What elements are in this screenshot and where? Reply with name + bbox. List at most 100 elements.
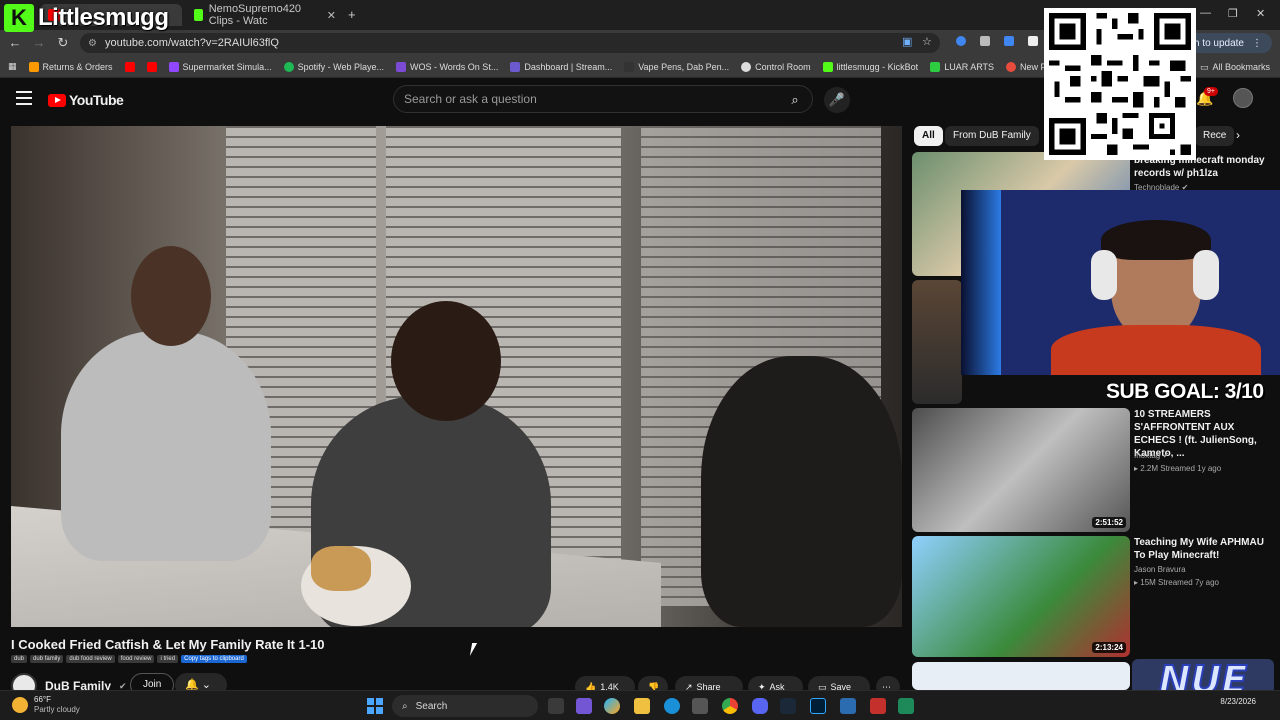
tag-chip[interactable]: dub bbox=[11, 655, 28, 663]
verified-icon: ✔ bbox=[1162, 451, 1170, 460]
discord-icon[interactable] bbox=[752, 698, 768, 714]
weather-temperature: 66°F bbox=[34, 695, 51, 704]
notepad-icon[interactable] bbox=[840, 698, 856, 714]
address-bar[interactable]: ⚙ youtube.com/watch?v=2RAIUl63flQ bbox=[80, 33, 940, 53]
kick-icon bbox=[822, 61, 833, 72]
recommendation-title[interactable]: Teaching My Wife APHMAU To Play Minecraf… bbox=[1134, 536, 1274, 562]
close-tab-icon[interactable]: ✕ bbox=[327, 9, 336, 22]
bookmark-label: Returns & Orders bbox=[42, 61, 113, 72]
url-text: youtube.com/watch?v=2RAIUl63flQ bbox=[104, 37, 279, 49]
qr-code-icon bbox=[1044, 8, 1196, 160]
extension-icon[interactable] bbox=[1004, 36, 1014, 46]
notification-badge: 9+ bbox=[1204, 87, 1218, 96]
tag-chip[interactable]: i tried bbox=[157, 655, 179, 663]
minimize-icon[interactable]: — bbox=[1200, 7, 1211, 19]
apps-icon[interactable]: ▦ bbox=[0, 61, 23, 72]
luar-icon bbox=[930, 61, 941, 72]
live-icon: ▸ bbox=[1134, 578, 1139, 587]
streamer-logo-overlay: K Littlesmugg bbox=[4, 4, 169, 32]
close-window-icon[interactable]: ✕ bbox=[1256, 7, 1265, 20]
video-head bbox=[131, 246, 211, 346]
recommendation-channel[interactable]: Inoxtag ✔ bbox=[1134, 451, 1169, 460]
fried-fish bbox=[311, 546, 371, 591]
bookmark-youtube-2[interactable] bbox=[141, 61, 163, 72]
bookmark-control-room[interactable]: Control Room bbox=[735, 61, 817, 72]
forward-icon[interactable]: → bbox=[30, 34, 48, 52]
meta-label: 2.2M Streamed 1y ago bbox=[1140, 464, 1222, 473]
chip-all[interactable]: All bbox=[914, 126, 943, 146]
meta-label: 15M Streamed 7y ago bbox=[1140, 578, 1219, 587]
sub-goal-overlay: SUB GOAL: 3/10 bbox=[1106, 380, 1264, 403]
bookmark-vape[interactable]: Vape Pens, Dab Pen... bbox=[618, 61, 735, 72]
file-explorer-icon[interactable] bbox=[634, 698, 650, 714]
hamburger-menu-icon[interactable] bbox=[16, 91, 32, 105]
account-avatar[interactable] bbox=[1233, 88, 1253, 108]
search-icon[interactable]: ⌕ bbox=[784, 89, 806, 111]
copy-tags-button[interactable]: Copy tags to clipboard bbox=[181, 655, 247, 663]
copilot-icon[interactable] bbox=[604, 698, 620, 714]
chevron-right-icon[interactable]: › bbox=[1236, 128, 1240, 142]
photoshop-icon[interactable] bbox=[810, 698, 826, 714]
bookmark-star-icon[interactable]: ☆ bbox=[922, 35, 932, 48]
chrome-icon[interactable] bbox=[722, 698, 738, 714]
spotify-icon bbox=[283, 61, 294, 72]
live-icon: ▸ bbox=[1134, 464, 1139, 473]
kick-logo-icon: K bbox=[4, 4, 34, 32]
bookmark-spotify[interactable]: Spotify - Web Playe... bbox=[278, 61, 390, 72]
site-icon bbox=[624, 61, 635, 72]
all-bookmarks-button[interactable]: ▭ All Bookmarks bbox=[1200, 56, 1270, 78]
video-title: I Cooked Fried Catfish & Let My Family R… bbox=[11, 637, 325, 652]
recommendation-channel[interactable]: Jason Bravura bbox=[1134, 565, 1186, 574]
webcam-shirt bbox=[1051, 325, 1261, 375]
app-icon[interactable] bbox=[898, 698, 914, 714]
taskbar-search[interactable]: ⌕ Search bbox=[392, 695, 538, 717]
recommendation-thumbnail[interactable] bbox=[912, 662, 1130, 690]
bookmark-label: Dashboard | Stream... bbox=[524, 61, 613, 72]
back-icon[interactable]: ← bbox=[6, 34, 24, 52]
bookmark-returns-orders[interactable]: Returns & Orders bbox=[23, 61, 119, 72]
new-tab-button[interactable]: + bbox=[348, 7, 356, 22]
windows-taskbar: 66°F Partly cloudy ⌕ Search 8/23/2026 bbox=[0, 690, 1280, 720]
channel-label: Inoxtag bbox=[1134, 451, 1161, 460]
store-icon[interactable] bbox=[692, 698, 708, 714]
bookmark-youtube-1[interactable] bbox=[119, 61, 141, 72]
webcam-overlay bbox=[961, 190, 1280, 375]
bookmark-dashboard[interactable]: Dashboard | Stream... bbox=[504, 61, 618, 72]
recommendation-thumbnail[interactable] bbox=[912, 280, 962, 404]
site-info-icon[interactable]: ⚙ bbox=[88, 38, 97, 49]
tag-chip[interactable]: dub food review bbox=[66, 655, 115, 663]
extension-icon[interactable] bbox=[1028, 36, 1038, 46]
tag-chip[interactable]: food review bbox=[117, 655, 155, 663]
edge-icon[interactable] bbox=[664, 698, 680, 714]
more-menu-icon[interactable]: ⋮ bbox=[1252, 38, 1262, 49]
extension-icon[interactable] bbox=[980, 36, 990, 46]
task-view-icon[interactable] bbox=[548, 698, 564, 714]
restore-icon[interactable]: ❐ bbox=[1228, 7, 1238, 20]
tag-chip[interactable]: dub family bbox=[30, 655, 64, 663]
voice-search-icon[interactable]: 🎤 bbox=[824, 87, 850, 113]
chip-recent[interactable]: Rece bbox=[1195, 126, 1235, 146]
cast-icon[interactable]: ▣ bbox=[902, 35, 912, 48]
chip-from-channel[interactable]: From DuB Family bbox=[945, 126, 1039, 146]
weather-widget[interactable]: 66°F Partly cloudy bbox=[12, 695, 80, 715]
recommendation-thumbnail[interactable]: 2:51:52 bbox=[912, 408, 1130, 532]
search-input[interactable]: Search or ask a question ⌕ bbox=[393, 85, 813, 113]
channel-label: Jason Bravura bbox=[1134, 565, 1186, 574]
bookmark-kickbot[interactable]: littlesmugg - KickBot bbox=[817, 61, 925, 72]
bookmark-supermarket[interactable]: Supermarket Simula... bbox=[163, 61, 278, 72]
duration-badge: 2:13:24 bbox=[1092, 642, 1126, 653]
steam-icon[interactable] bbox=[780, 698, 796, 714]
bookmark-luar-arts[interactable]: LUAR ARTS bbox=[924, 61, 1000, 72]
extension-icon[interactable] bbox=[956, 36, 966, 46]
youtube-logo[interactable]: YouTube bbox=[48, 92, 124, 108]
reload-icon[interactable]: ↻ bbox=[54, 34, 72, 52]
app-icon[interactable] bbox=[870, 698, 886, 714]
recommendation-thumbnail[interactable]: 2:13:24 bbox=[912, 536, 1130, 657]
windows-start-icon[interactable] bbox=[367, 698, 383, 714]
streamlabs-icon bbox=[510, 61, 521, 72]
teams-icon[interactable] bbox=[576, 698, 592, 714]
tab-nemo-clips[interactable]: NemoSupremo420 Clips - Watc ✕ bbox=[186, 3, 344, 27]
system-clock[interactable]: 8/23/2026 bbox=[1220, 696, 1256, 707]
bookmark-wos[interactable]: WOS - Words On St... bbox=[390, 61, 504, 72]
video-player[interactable] bbox=[11, 126, 902, 627]
